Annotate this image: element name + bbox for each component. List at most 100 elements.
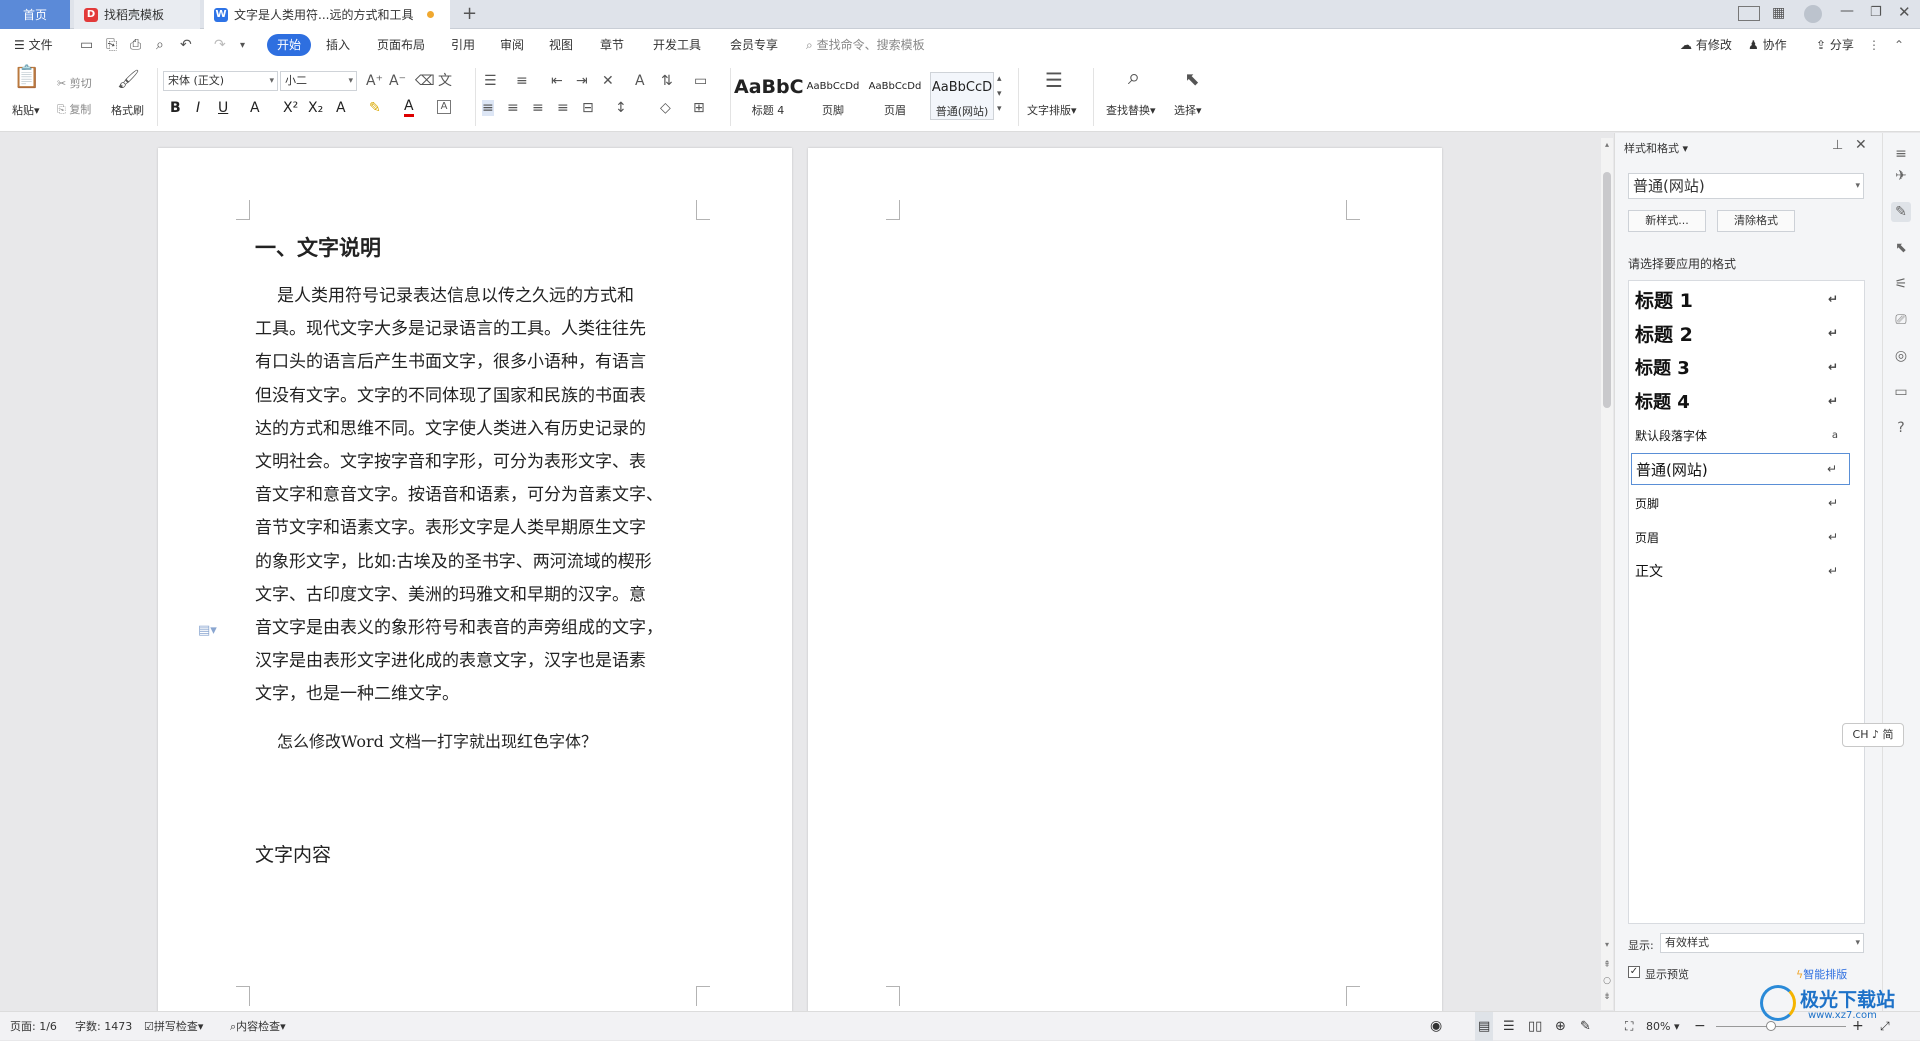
style-item-default-font[interactable]: 默认段落字体 a — [1631, 419, 1850, 451]
style-item-heading4[interactable]: 标题 4 ↵ — [1631, 385, 1850, 417]
menu-start[interactable]: 开始 — [267, 34, 312, 56]
content-check-toggle[interactable]: ⌕内容检查▾ — [230, 1012, 286, 1041]
scroll-up-icon[interactable]: ▴ — [1601, 140, 1613, 149]
decrease-indent-icon[interactable]: ⇤ — [551, 73, 563, 89]
font-color-icon[interactable]: A — [404, 98, 414, 117]
style-preset-footer[interactable]: AaBbCcDd 页脚 — [802, 72, 864, 120]
vertical-scrollbar[interactable]: ▴ ▾ ⇞ ○ ⇟ — [1601, 138, 1613, 1010]
ime-indicator[interactable]: CH ♪ 简 — [1842, 723, 1904, 747]
close-pane-icon[interactable]: ✕ — [1855, 137, 1867, 153]
smart-layout-link[interactable]: ϟ智能排版 — [1796, 966, 1847, 982]
increase-indent-icon[interactable]: ⇥ — [576, 73, 588, 89]
italic-icon[interactable]: I — [196, 100, 200, 116]
paste-button[interactable]: 粘贴▾ — [12, 102, 40, 118]
align-left-icon[interactable]: ≡ — [482, 100, 494, 116]
borders-icon[interactable]: ⊞ — [693, 100, 705, 116]
fit-page-icon[interactable]: ⛶ — [1625, 1012, 1633, 1041]
restore-icon[interactable]: ❐ — [1870, 5, 1882, 20]
styles-scroll-icon[interactable]: ▴ ▾ ▾ — [997, 72, 1002, 117]
text-layout-icon[interactable]: ☰ — [1042, 70, 1066, 90]
text-direction-icon[interactable]: A — [635, 73, 645, 89]
avatar[interactable] — [1804, 5, 1822, 23]
minimize-icon[interactable]: — — [1840, 3, 1854, 19]
style-item-heading3[interactable]: 标题 3 ↵ — [1631, 351, 1850, 383]
style-item-footer[interactable]: 页脚 ↵ — [1631, 487, 1850, 519]
clear-format-button[interactable]: 清除格式 — [1717, 210, 1795, 232]
menu-insert[interactable]: 插入 — [326, 29, 350, 62]
page-count[interactable]: 页面: 1/6 — [10, 1012, 57, 1041]
fullscreen-icon[interactable]: ⤢ — [1880, 1012, 1890, 1041]
shading-icon[interactable]: ◇ — [660, 100, 671, 116]
menu-developer[interactable]: 开发工具 — [653, 29, 701, 62]
collab-button[interactable]: ♟ 协作 — [1748, 29, 1787, 62]
close-window-icon[interactable]: ✕ — [1898, 3, 1911, 21]
menu-references[interactable]: 引用 — [451, 29, 475, 62]
subscript-icon[interactable]: X₂ — [308, 100, 323, 116]
underline-icon[interactable]: U — [218, 100, 228, 116]
style-preset-normal-web[interactable]: AaBbCcD 普通(网站) — [930, 72, 994, 120]
zoom-slider-thumb[interactable] — [1766, 1021, 1776, 1031]
numbered-list-icon[interactable]: ≡ — [516, 73, 528, 89]
zoom-level[interactable]: 80% ▾ — [1646, 1012, 1679, 1041]
char-border-icon[interactable]: A — [437, 100, 451, 114]
highlight-icon[interactable]: ✎ — [369, 100, 381, 116]
styles-pane-title[interactable]: 样式和格式 ▾ — [1624, 140, 1688, 156]
current-style-select[interactable]: 普通(网站) ▾ — [1628, 173, 1864, 199]
spell-check-toggle[interactable]: ☑拼写检查▾ — [144, 1012, 203, 1041]
style-item-body[interactable]: 正文 ↵ — [1631, 555, 1850, 587]
pin-icon[interactable]: ⊥ — [1832, 138, 1843, 153]
tab-home[interactable]: 首页 — [0, 0, 70, 29]
format-painter-icon[interactable]: 🖌 — [117, 71, 140, 94]
new-style-button[interactable]: 新样式... — [1628, 210, 1706, 232]
show-preview-checkbox[interactable]: ✓ — [1628, 966, 1640, 978]
align-right-icon[interactable]: ≡ — [532, 100, 544, 116]
show-marks-icon[interactable]: ▭ — [694, 73, 707, 89]
paste-icon[interactable]: 📋 — [13, 67, 40, 96]
line-spacing-icon[interactable]: ↕ — [615, 100, 627, 116]
sort-icon[interactable]: ⇅ — [661, 73, 673, 89]
distributed-align-icon[interactable]: ⊟ — [582, 100, 594, 116]
save-icon[interactable]: ▭ — [80, 29, 93, 62]
select-button[interactable]: 选择▾ — [1174, 102, 1202, 118]
find-replace-button[interactable]: 查找替换▾ — [1106, 102, 1156, 118]
style-item-heading1[interactable]: 标题 1 ↵ — [1631, 283, 1850, 315]
doc-subheading[interactable]: 文字内容 — [255, 840, 331, 867]
document-page-2[interactable] — [808, 148, 1442, 1011]
writing-mode-icon[interactable]: ✎ — [1580, 1012, 1591, 1041]
menu-page-layout[interactable]: 页面布局 — [377, 29, 425, 62]
scroll-down-icon[interactable]: ▾ — [1601, 940, 1613, 949]
adjust-sliders-icon[interactable]: ⚟ — [1891, 274, 1911, 294]
zoom-slider[interactable] — [1716, 1026, 1846, 1027]
tab-document[interactable]: W 文字是人类用符...远的方式和工具 — [204, 0, 450, 29]
show-filter-select[interactable]: 有效样式 ▾ — [1660, 933, 1864, 953]
tab-template[interactable]: D 找稻壳模板 — [74, 0, 200, 29]
print-icon[interactable]: ⎙ — [130, 29, 141, 62]
font-name-select[interactable]: 宋体 (正文) ▾ — [163, 71, 278, 91]
backup-icon[interactable]: ⎚ — [1891, 310, 1911, 330]
web-view-icon[interactable]: ⊕ — [1555, 1012, 1566, 1041]
shrink-font-icon[interactable]: A⁻ — [389, 73, 406, 89]
print-preview-icon[interactable]: ⌕ — [156, 29, 164, 62]
style-preset-header[interactable]: AaBbCcDd 页眉 — [864, 72, 926, 120]
bullet-list-icon[interactable]: ☰ — [484, 73, 497, 89]
quick-access-dropdown-icon[interactable]: ▾ — [240, 29, 245, 62]
clear-format-icon[interactable]: ⌫ — [415, 73, 435, 89]
modified-button[interactable]: ☁ 有修改 — [1680, 29, 1732, 62]
menu-review[interactable]: 审阅 — [500, 29, 524, 62]
location-icon[interactable]: ◎ — [1891, 346, 1911, 366]
menu-member[interactable]: 会员专享 — [730, 29, 778, 62]
word-count[interactable]: 字数: 1473 — [75, 1012, 132, 1041]
phonetic-icon[interactable]: 文 — [438, 73, 452, 89]
prev-page-icon[interactable]: ⇞ — [1601, 960, 1613, 970]
menu-view[interactable]: 视图 — [549, 29, 573, 62]
grid-apps-icon[interactable]: ▦ — [1772, 5, 1785, 21]
text-effect-icon[interactable]: A — [336, 100, 346, 116]
grow-font-icon[interactable]: A⁺ — [366, 73, 383, 89]
help-icon[interactable]: ? — [1891, 418, 1911, 438]
layout-toggle-icon[interactable] — [1738, 6, 1760, 21]
book-icon[interactable]: ▭ — [1891, 382, 1911, 402]
browse-object-icon[interactable]: ○ — [1601, 976, 1613, 986]
document-page-1[interactable]: 一、文字说明 是人类用符号记录表达信息以传之久远的方式和 工具。现代文字大多是记… — [158, 148, 792, 1011]
chinese-layout-icon[interactable]: ✕ — [602, 73, 614, 89]
cut-button[interactable]: ✂ 剪切 — [57, 75, 92, 91]
